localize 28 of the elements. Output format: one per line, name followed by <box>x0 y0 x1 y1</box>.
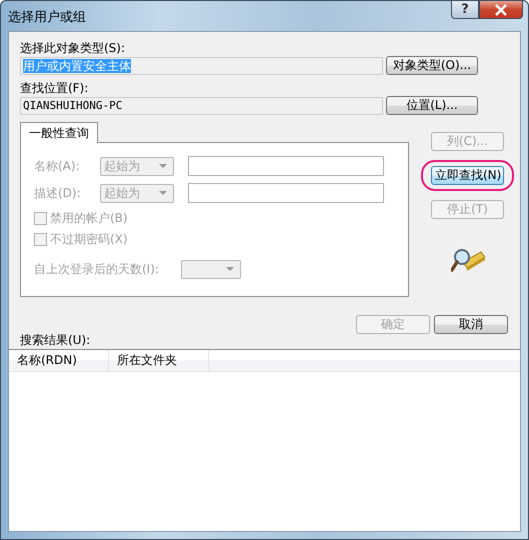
location-field[interactable]: QIANSHUIHONG-PC <box>20 96 383 114</box>
checkbox-label: 禁用的帐户(B) <box>50 210 128 227</box>
column-header[interactable]: 名称(RDN) <box>9 350 109 371</box>
input-field[interactable] <box>188 183 384 203</box>
locations-button[interactable]: 位置(L)... <box>386 96 478 115</box>
close-button[interactable] <box>479 0 523 19</box>
column-header[interactable]: 所在文件夹 <box>109 350 209 371</box>
input-field[interactable] <box>188 156 384 176</box>
days-dropdown[interactable] <box>180 260 241 279</box>
field-label: 名称(A): <box>34 158 81 174</box>
field-label: 描述(D): <box>34 184 82 202</box>
window-title: 选择用户或组 <box>8 9 86 26</box>
dialog-button[interactable]: 取消 <box>434 315 508 334</box>
results-label: 搜索结果(U): <box>19 332 92 348</box>
help-button[interactable]: ? <box>451 0 479 19</box>
magnifier-icon <box>450 248 484 274</box>
dropdown-arrow-icon <box>226 267 234 272</box>
dropdown-arrow-icon <box>159 190 167 196</box>
field-label: 选择此对象类型(S): <box>20 40 126 56</box>
field-label: 自上次登录后的天数(I): <box>34 261 159 278</box>
action-button[interactable]: 立即查找(N) <box>431 166 504 185</box>
object-types-button[interactable]: 对象类型(O)... <box>386 56 478 75</box>
field-label: 查找位置(F): <box>20 80 90 96</box>
dropdown-arrow-icon <box>159 164 167 168</box>
close-icon <box>494 4 508 16</box>
checkbox-label: 不过期密码(X) <box>50 231 128 248</box>
tab[interactable]: 一般性查询 <box>20 122 98 143</box>
results-list[interactable]: 名称(RDN) 所在文件夹 <box>9 349 520 531</box>
